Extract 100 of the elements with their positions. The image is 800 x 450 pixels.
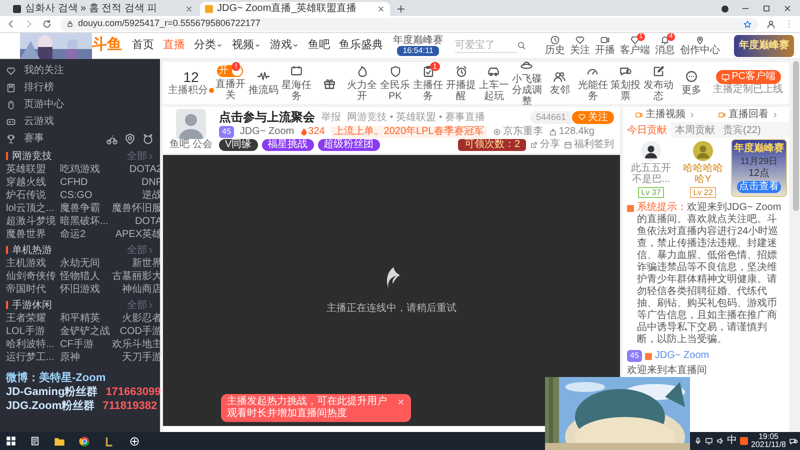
checkin-link[interactable]: 福利签到 xyxy=(564,138,614,150)
category-link[interactable]: CS:GO xyxy=(60,190,92,200)
category-link[interactable]: LOL手游 xyxy=(6,326,45,336)
nav-link[interactable]: 鱼吧 xyxy=(308,37,330,54)
category-link[interactable]: 主机游戏 xyxy=(6,258,46,268)
nav-link[interactable]: 游戏 xyxy=(270,37,299,54)
ranking-tab[interactable]: 本周贡献 xyxy=(671,122,719,138)
category-link[interactable]: 怪物猎人 xyxy=(60,272,100,282)
category-link[interactable]: 永劫无间 xyxy=(60,258,100,268)
tool-button[interactable]: 火力全开 xyxy=(346,64,378,102)
panel-link[interactable]: 直播回看 xyxy=(718,107,778,122)
close-icon[interactable] xyxy=(185,5,193,13)
category-link[interactable]: 运行梦工... xyxy=(6,352,54,362)
header-action[interactable]: 历史 xyxy=(545,35,565,56)
cyclist-icon[interactable] xyxy=(106,132,118,144)
tool-button[interactable]: 全民乐PK xyxy=(380,64,411,102)
address-bar[interactable]: douyu.com/5925417_r=0.5556795806722177 xyxy=(60,18,758,30)
search-field[interactable]: 可爱宝了 xyxy=(455,38,517,52)
category-link[interactable]: 英雄联盟 xyxy=(6,164,46,174)
category-link[interactable]: 仙剑奇侠传 xyxy=(6,272,56,282)
scrollbar-thumb[interactable] xyxy=(793,61,799,211)
mic-icon[interactable] xyxy=(694,437,702,445)
network-icon[interactable] xyxy=(705,437,713,445)
windows-icon[interactable] xyxy=(6,436,16,446)
new-tab-icon[interactable] xyxy=(396,4,406,14)
badge-button[interactable]: 福星挑战 xyxy=(262,138,314,150)
tool-button[interactable]: 上车一起玩 xyxy=(478,64,510,102)
category-link[interactable]: CFHD xyxy=(60,178,88,188)
sidebar-link[interactable]: 云游戏 xyxy=(6,114,54,129)
ranking-tab[interactable]: 贵宾(22) xyxy=(719,122,765,138)
video-player[interactable]: 主播正在连线中，请稍后重试 主播发起热力挑战，可在此提升用户观看时长并增加直播间热度 xyxy=(163,155,620,426)
info-icon[interactable] xyxy=(209,88,214,93)
nav-link[interactable]: 鱼乐盛典 xyxy=(339,37,383,54)
category-link[interactable]: 和平精英 xyxy=(60,314,100,324)
app-icon[interactable] xyxy=(104,436,115,446)
tool-button[interactable]: 小飞碟分成调整 xyxy=(511,59,542,107)
category-link[interactable]: CF手游 xyxy=(60,340,94,350)
bookmark-star-icon[interactable] xyxy=(743,20,752,28)
ime-indicator[interactable]: 中 xyxy=(727,436,737,446)
close-icon[interactable] xyxy=(783,4,792,13)
category-link[interactable]: 王者荣耀 xyxy=(6,314,46,324)
tool-button[interactable]: 策划投票 xyxy=(610,64,642,102)
category-link[interactable]: 暗黑破坏... xyxy=(60,216,108,226)
tool-button[interactable]: 光能任务 xyxy=(577,64,608,102)
header-action[interactable]: 关注 xyxy=(570,35,590,56)
category-link[interactable]: 命运2 xyxy=(60,230,86,240)
browser-icon[interactable] xyxy=(79,436,90,446)
nav-link[interactable]: 首页 xyxy=(132,37,154,54)
sidebar-link[interactable]: 页游中心 xyxy=(6,97,64,112)
profile-icon[interactable] xyxy=(766,19,776,29)
category-link[interactable]: 原神 xyxy=(60,352,80,362)
search-icon[interactable] xyxy=(517,41,526,50)
avatar-label[interactable]: 公会 xyxy=(192,139,212,151)
claim-button[interactable]: 可领次数：2 xyxy=(458,138,526,150)
tool-button[interactable]: 发布动态 xyxy=(643,64,674,102)
category-link[interactable]: 火影忍者 xyxy=(122,314,162,324)
emblem-icon[interactable] xyxy=(124,132,136,144)
tool-button[interactable]: 友邻 xyxy=(550,70,570,96)
category-link[interactable]: 超激斗梦境 xyxy=(6,216,56,226)
tool-button[interactable] xyxy=(322,76,336,90)
header-action[interactable]: 开播 xyxy=(595,35,615,56)
browser-tab[interactable]: JDG~ Zoom直播_英雄联盟直播 xyxy=(200,2,390,16)
sidebar-link[interactable]: 我的关注 xyxy=(6,63,64,78)
promo-banner[interactable]: 年度巅峰赛 xyxy=(734,34,794,56)
extension-icon[interactable] xyxy=(721,4,729,12)
category-link[interactable]: lol云顶之... xyxy=(6,204,54,214)
volume-icon[interactable] xyxy=(716,437,724,445)
share-link[interactable]: 分享 xyxy=(530,138,560,150)
maximize-icon[interactable] xyxy=(762,4,771,13)
category-link[interactable]: DNF xyxy=(141,178,162,188)
category-link[interactable]: 穿越火线 xyxy=(6,178,46,188)
reload-icon[interactable] xyxy=(42,19,52,29)
mascot-icon[interactable] xyxy=(142,132,154,144)
nav-link[interactable]: 视频 xyxy=(232,37,261,54)
category-link[interactable]: 金铲铲之战 xyxy=(60,326,110,336)
avatar-label[interactable]: 鱼吧 xyxy=(170,139,190,151)
folder-icon[interactable] xyxy=(54,436,65,446)
promo-card[interactable]: 年度巅峰赛 11月29日 12点 点击查看 xyxy=(731,139,787,197)
tool-button[interactable]: 星海任务 xyxy=(280,64,312,102)
notification-icon[interactable] xyxy=(789,436,798,446)
header-action[interactable]: 创作中心 xyxy=(680,35,720,56)
tool-button[interactable]: 推流码 xyxy=(248,70,278,96)
avatar[interactable] xyxy=(640,141,662,161)
category-link[interactable]: 魔兽争霸 xyxy=(60,204,100,214)
category-link[interactable]: 吃鸡游戏 xyxy=(60,164,100,174)
sidebar-link[interactable]: 排行榜 xyxy=(6,80,54,95)
category-link[interactable]: 新世界 xyxy=(132,258,162,268)
nav-link[interactable]: 分类 xyxy=(194,37,223,54)
category-link[interactable]: 炉石传说 xyxy=(6,190,46,200)
category-link[interactable]: 怀旧游戏 xyxy=(60,284,100,294)
panel-link[interactable]: 主播视频 xyxy=(634,107,694,122)
sidebar-link[interactable]: 赛事 xyxy=(6,131,44,146)
badge-button[interactable]: V同缘 xyxy=(219,138,258,150)
category-link[interactable]: 哈利波特... xyxy=(6,340,54,350)
tool-button[interactable]: 开播提醒 xyxy=(446,64,476,102)
close-icon[interactable] xyxy=(377,5,385,13)
category-link[interactable]: 魔兽世界 xyxy=(6,230,46,240)
badge-button[interactable]: 超级粉丝团 xyxy=(318,138,380,150)
view-button[interactable]: 点击查看 xyxy=(737,181,781,193)
tool-button[interactable]: 更多 xyxy=(682,70,702,96)
